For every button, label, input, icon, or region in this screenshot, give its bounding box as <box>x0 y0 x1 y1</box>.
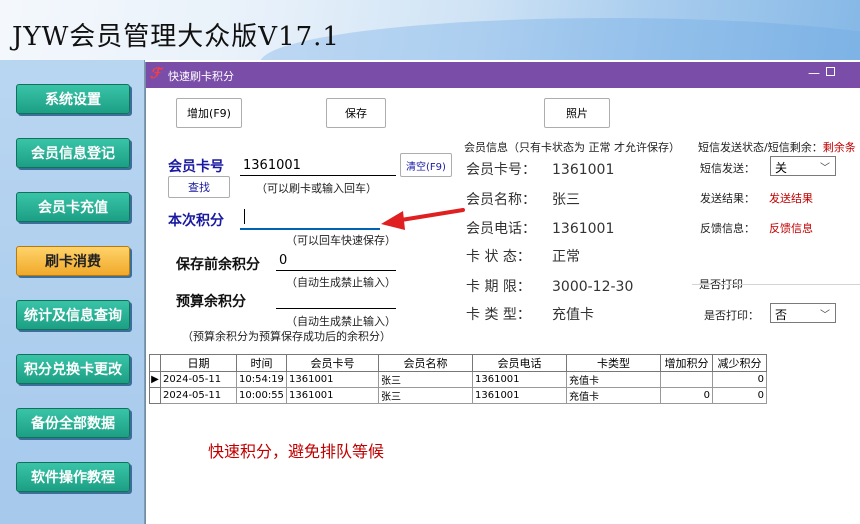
print-label: 是否打印： <box>704 309 759 322</box>
table-cell: 10:54:19 <box>236 371 287 388</box>
minimize-icon[interactable]: — <box>808 66 820 80</box>
chevron-down-icon: ﹀ <box>820 310 830 321</box>
nav-points-exchange-button[interactable]: 积分兑换卡更改 <box>16 354 130 384</box>
sms-feedback-label: 反馈信息： <box>700 222 755 235</box>
column-header[interactable]: 减少积分 <box>712 354 767 372</box>
row-indicator-icon: ▶ <box>149 371 161 388</box>
clear-button[interactable]: 清空(F9) <box>400 153 452 177</box>
nav-member-register-button[interactable]: 会员信息登记 <box>16 138 130 168</box>
sms-send-label: 短信发送： <box>700 162 755 175</box>
sms-result-label: 发送结果： <box>700 192 755 205</box>
red-arrow-icon <box>381 208 465 230</box>
left-nav: 系统设置 会员信息登记 会员卡充值 刷卡消费 统计及信息查询 积分兑换卡更改 备… <box>0 60 145 524</box>
table-cell: 1361001 <box>286 387 379 404</box>
balance-before-input: 0 <box>276 251 396 271</box>
member-info-row: 会员卡号： 1361001 <box>466 162 615 178</box>
sms-send-select[interactable]: 关 ﹀ <box>770 156 836 176</box>
card-number-hint: （可以刷卡或输入回车） <box>256 182 377 195</box>
photo-button[interactable]: 照片 <box>544 98 610 128</box>
window-titlebar: ℱ 快速刷卡积分 — <box>146 62 860 88</box>
nav-stats-query-button[interactable]: 统计及信息查询 <box>16 300 130 330</box>
table-cell: 充值卡 <box>566 387 661 404</box>
print-select[interactable]: 否 ﹀ <box>770 303 836 323</box>
nav-backup-button[interactable]: 备份全部数据 <box>16 408 130 438</box>
table-cell: 0 <box>712 387 767 404</box>
app-logo-icon: ℱ <box>150 66 162 82</box>
table-cell: 张三 <box>378 387 473 404</box>
table-cell: 充值卡 <box>566 371 661 388</box>
member-info-row: 卡 类 型： 充值卡 <box>466 307 594 323</box>
table-cell: 张三 <box>378 371 473 388</box>
sms-result-value: 发送结果 <box>769 192 813 205</box>
nav-card-recharge-button[interactable]: 会员卡充值 <box>16 192 130 222</box>
card-number-label: 会员卡号 <box>168 159 224 175</box>
text-caret <box>244 209 245 224</box>
member-info-row: 会员电话： 1361001 <box>466 221 615 237</box>
row-indicator-header <box>149 354 161 372</box>
member-info-heading: 会员信息（只有卡状态为 正常 才允许保存） <box>464 141 680 154</box>
chevron-down-icon: ﹀ <box>820 163 830 174</box>
table-cell: 1361001 <box>472 387 567 404</box>
nav-card-consume-button[interactable]: 刷卡消费 <box>16 246 130 276</box>
sms-remaining: 剩余条 <box>822 141 856 154</box>
table-cell: 10:00:55 <box>236 387 287 404</box>
table-cell: 0 <box>712 371 767 388</box>
nav-tutorial-button[interactable]: 软件操作教程 <box>16 462 130 492</box>
member-info-row: 卡 期 限： 3000-12-30 <box>466 279 634 295</box>
app-title: JYW会员管理大众版V17.1 <box>12 22 340 52</box>
table-cell: 2024-05-11 <box>160 387 237 404</box>
app-banner: JYW会员管理大众版V17.1 <box>0 0 860 60</box>
column-header[interactable]: 会员卡号 <box>286 354 379 372</box>
table-row[interactable]: ▶ 2024-05-11 10:54:19 1361001 张三 1361001… <box>149 371 767 388</box>
column-header[interactable]: 会员电话 <box>472 354 567 372</box>
column-header[interactable]: 卡类型 <box>566 354 661 372</box>
quick-points-window: ℱ 快速刷卡积分 — 增加(F9) 保存 照片 会员卡号 1361001 清空(… <box>145 62 860 524</box>
table-cell: 0 <box>660 387 713 404</box>
budget-balance-hint: （自动生成禁止输入） <box>286 315 396 328</box>
print-divider <box>692 284 860 285</box>
points-hint: （可以回车快速保存） <box>286 234 396 247</box>
table-header-row: 日期 时间 会员卡号 会员名称 会员电话 卡类型 增加积分 减少积分 <box>149 354 767 372</box>
points-label: 本次积分 <box>168 213 224 229</box>
budget-balance-label: 预算余积分 <box>176 294 246 310</box>
member-info-row: 会员名称： 张三 <box>466 192 580 208</box>
budget-balance-note: （预算余积分为预算保存成功后的余积分） <box>182 330 391 343</box>
sms-heading: 短信发送状态/短信剩余：剩余条 <box>698 141 856 154</box>
card-number-input[interactable]: 1361001 <box>240 156 396 176</box>
records-table: 日期 时间 会员卡号 会员名称 会员电话 卡类型 增加积分 减少积分 ▶ 202… <box>149 354 767 404</box>
column-header[interactable]: 日期 <box>160 354 237 372</box>
banner-wave-decoration <box>260 18 860 60</box>
add-button[interactable]: 增加(F9) <box>176 98 242 128</box>
save-button[interactable]: 保存 <box>326 98 386 128</box>
balance-before-label: 保存前余积分 <box>176 257 260 273</box>
table-cell: 1361001 <box>472 371 567 388</box>
column-header[interactable]: 会员名称 <box>378 354 473 372</box>
column-header[interactable]: 时间 <box>236 354 287 372</box>
window-title: 快速刷卡积分 <box>168 70 234 83</box>
maximize-icon[interactable] <box>826 67 835 76</box>
balance-before-hint: （自动生成禁止输入） <box>286 276 396 289</box>
slogan-text: 快速积分，避免排队等候 <box>208 442 385 461</box>
table-row[interactable]: 2024-05-11 10:00:55 1361001 张三 1361001 充… <box>149 387 767 404</box>
table-cell <box>660 371 713 388</box>
budget-balance-input <box>276 289 396 309</box>
table-cell: 1361001 <box>286 371 379 388</box>
row-indicator-icon <box>149 387 161 404</box>
find-button[interactable]: 查找 <box>168 176 230 198</box>
member-info-row: 卡 状 态： 正常 <box>466 249 580 265</box>
points-input[interactable] <box>240 208 380 230</box>
nav-system-settings-button[interactable]: 系统设置 <box>16 84 130 114</box>
column-header[interactable]: 增加积分 <box>660 354 713 372</box>
sms-feedback-value: 反馈信息 <box>769 222 813 235</box>
table-cell: 2024-05-11 <box>160 371 237 388</box>
